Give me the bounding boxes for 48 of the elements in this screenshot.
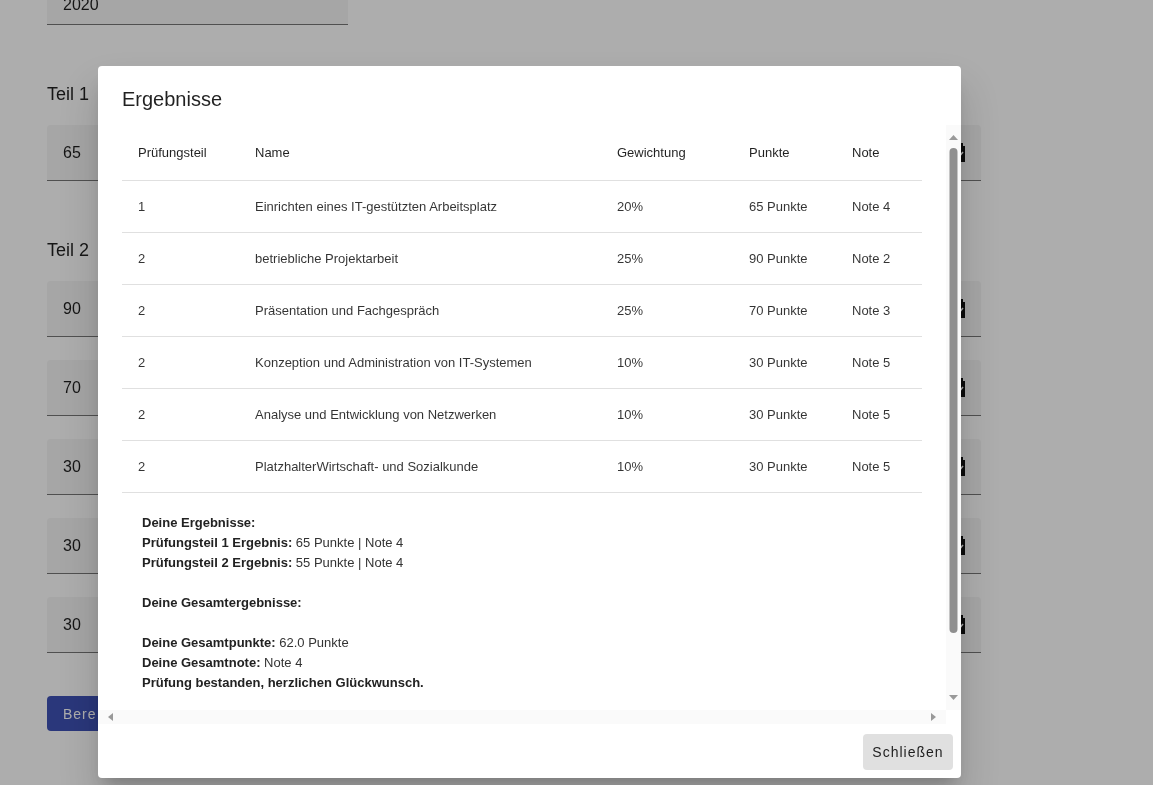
table-cell: Note 4	[852, 199, 891, 214]
table-cell: 1	[138, 199, 146, 214]
section-heading: Teil 1	[47, 83, 90, 105]
close-button[interactable]: Schließen	[863, 734, 953, 770]
column-header: Prüfungsteil	[138, 145, 207, 160]
table-cell: 2	[138, 251, 146, 266]
table-cell: 25%	[617, 251, 644, 266]
vertical-scrollbar[interactable]	[946, 125, 961, 710]
table-cell: 2	[138, 407, 146, 422]
summary-line: Prüfungsteil 1 Ergebnis: 65 Punkte | Note 4	[142, 534, 404, 552]
table-cell: 25%	[617, 303, 644, 318]
dialog-title: Ergebnisse	[122, 87, 223, 112]
section-heading: Teil 2	[47, 239, 90, 261]
table-cell: 2	[138, 303, 146, 318]
table-cell: 90 Punkte	[749, 251, 808, 266]
table-cell: Note 2	[852, 251, 891, 266]
column-header: Note	[852, 145, 880, 160]
table-cell: PlatzhalterWirtschaft- und Sozialkunde	[255, 459, 479, 474]
summary-line: Deine Gesamtpunkte: 62.0 Punkte	[142, 634, 349, 652]
summary-heading: Deine Ergebnisse:	[142, 514, 256, 532]
table-cell: 10%	[617, 407, 644, 422]
table-cell: betriebliche Projektarbeit	[255, 251, 399, 266]
table-cell: Analyse und Entwicklung von Netzwerken	[255, 407, 497, 422]
table-cell: 30 Punkte	[749, 459, 808, 474]
table-cell: 65 Punkte	[749, 199, 808, 214]
summary-line: Prüfungsteil 2 Ergebnis: 55 Punkte | Note 4	[142, 554, 404, 572]
table-cell: 70 Punkte	[749, 303, 808, 318]
column-header: Gewichtung	[617, 145, 686, 160]
summary-heading: Prüfung bestanden, herzlichen Glückwunsch.	[142, 674, 424, 692]
table-cell: Konzeption und Administration von IT-Systemen	[255, 355, 532, 370]
table-cell: 20%	[617, 199, 644, 214]
table-cell: 10%	[617, 355, 644, 370]
table-cell: Note 5	[852, 407, 891, 422]
summary-line: Deine Gesamtnote: Note 4	[142, 654, 303, 672]
column-header: Name	[255, 145, 290, 160]
table-cell: 30 Punkte	[749, 407, 808, 422]
table-cell: 30 Punkte	[749, 355, 808, 370]
table-cell: 2	[138, 459, 146, 474]
table-cell: Note 5	[852, 459, 891, 474]
table-cell: Note 5	[852, 355, 891, 370]
horizontal-scrollbar[interactable]	[98, 710, 946, 724]
summary-heading: Deine Gesamtergebnisse:	[142, 594, 302, 612]
table-cell: Präsentation und Fachgespräch	[255, 303, 440, 318]
table-cell: Note 3	[852, 303, 891, 318]
table-cell: 10%	[617, 459, 644, 474]
column-header: Punkte	[749, 145, 790, 160]
table-cell: 2	[138, 355, 146, 370]
table-cell: Einrichten eines IT-gestützten Arbeitsplatz	[255, 199, 498, 214]
